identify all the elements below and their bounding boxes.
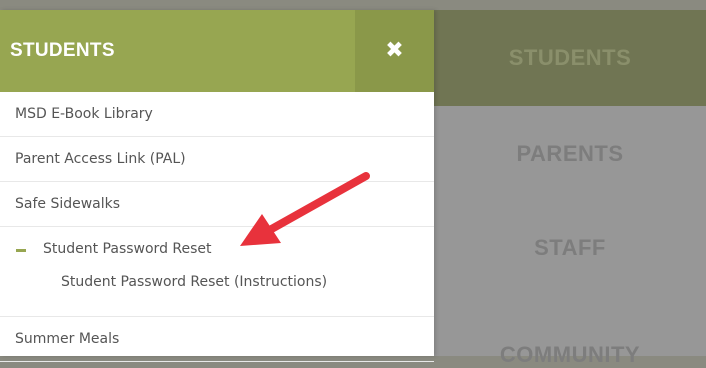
bg-tile-label: STUDENTS bbox=[508, 45, 632, 70]
bg-tile-label: STAFF bbox=[534, 235, 606, 260]
menu-item-student-password-reset[interactable]: Student Password Reset bbox=[0, 227, 434, 272]
close-button[interactable]: ✖ bbox=[355, 10, 434, 92]
collapse-dash-icon[interactable] bbox=[16, 249, 26, 252]
bg-tile-staff[interactable]: STAFF bbox=[434, 202, 706, 294]
menu-item-label: Safe Sidewalks bbox=[15, 196, 121, 212]
menu-item-label: MSD E-Book Library bbox=[15, 106, 153, 122]
menu-item-summer-meals[interactable]: Summer Meals bbox=[0, 317, 434, 362]
menu-item-ebook-library[interactable]: MSD E-Book Library bbox=[0, 92, 434, 137]
close-icon: ✖ bbox=[385, 38, 404, 63]
side-menu-panel: STUDENTS ✖ MSD E-Book Library Parent Acc… bbox=[0, 10, 434, 362]
menu-item-label: Parent Access Link (PAL) bbox=[15, 151, 186, 167]
bg-tile-parents[interactable]: PARENTS bbox=[434, 106, 706, 202]
menu-item-safe-sidewalks[interactable]: Safe Sidewalks bbox=[0, 182, 434, 227]
menu-list: MSD E-Book Library Parent Access Link (P… bbox=[0, 92, 434, 362]
submenu-item-password-reset-instructions[interactable]: Student Password Reset (Instructions) bbox=[0, 267, 434, 317]
menu-item-label: Summer Meals bbox=[15, 331, 120, 347]
bg-tile-label: PARENTS bbox=[516, 141, 624, 166]
panel-title: STUDENTS bbox=[10, 40, 115, 61]
bg-tile-label: COMMUNITY bbox=[499, 342, 641, 367]
submenu-item-label: Student Password Reset (Instructions) bbox=[61, 274, 328, 290]
menu-item-parent-access-link[interactable]: Parent Access Link (PAL) bbox=[0, 137, 434, 182]
panel-header: STUDENTS ✖ bbox=[0, 10, 434, 92]
bg-tile-students[interactable]: STUDENTS bbox=[434, 10, 706, 106]
bg-tile-community[interactable]: COMMUNITY bbox=[434, 294, 706, 367]
menu-item-label: Student Password Reset bbox=[43, 241, 212, 257]
